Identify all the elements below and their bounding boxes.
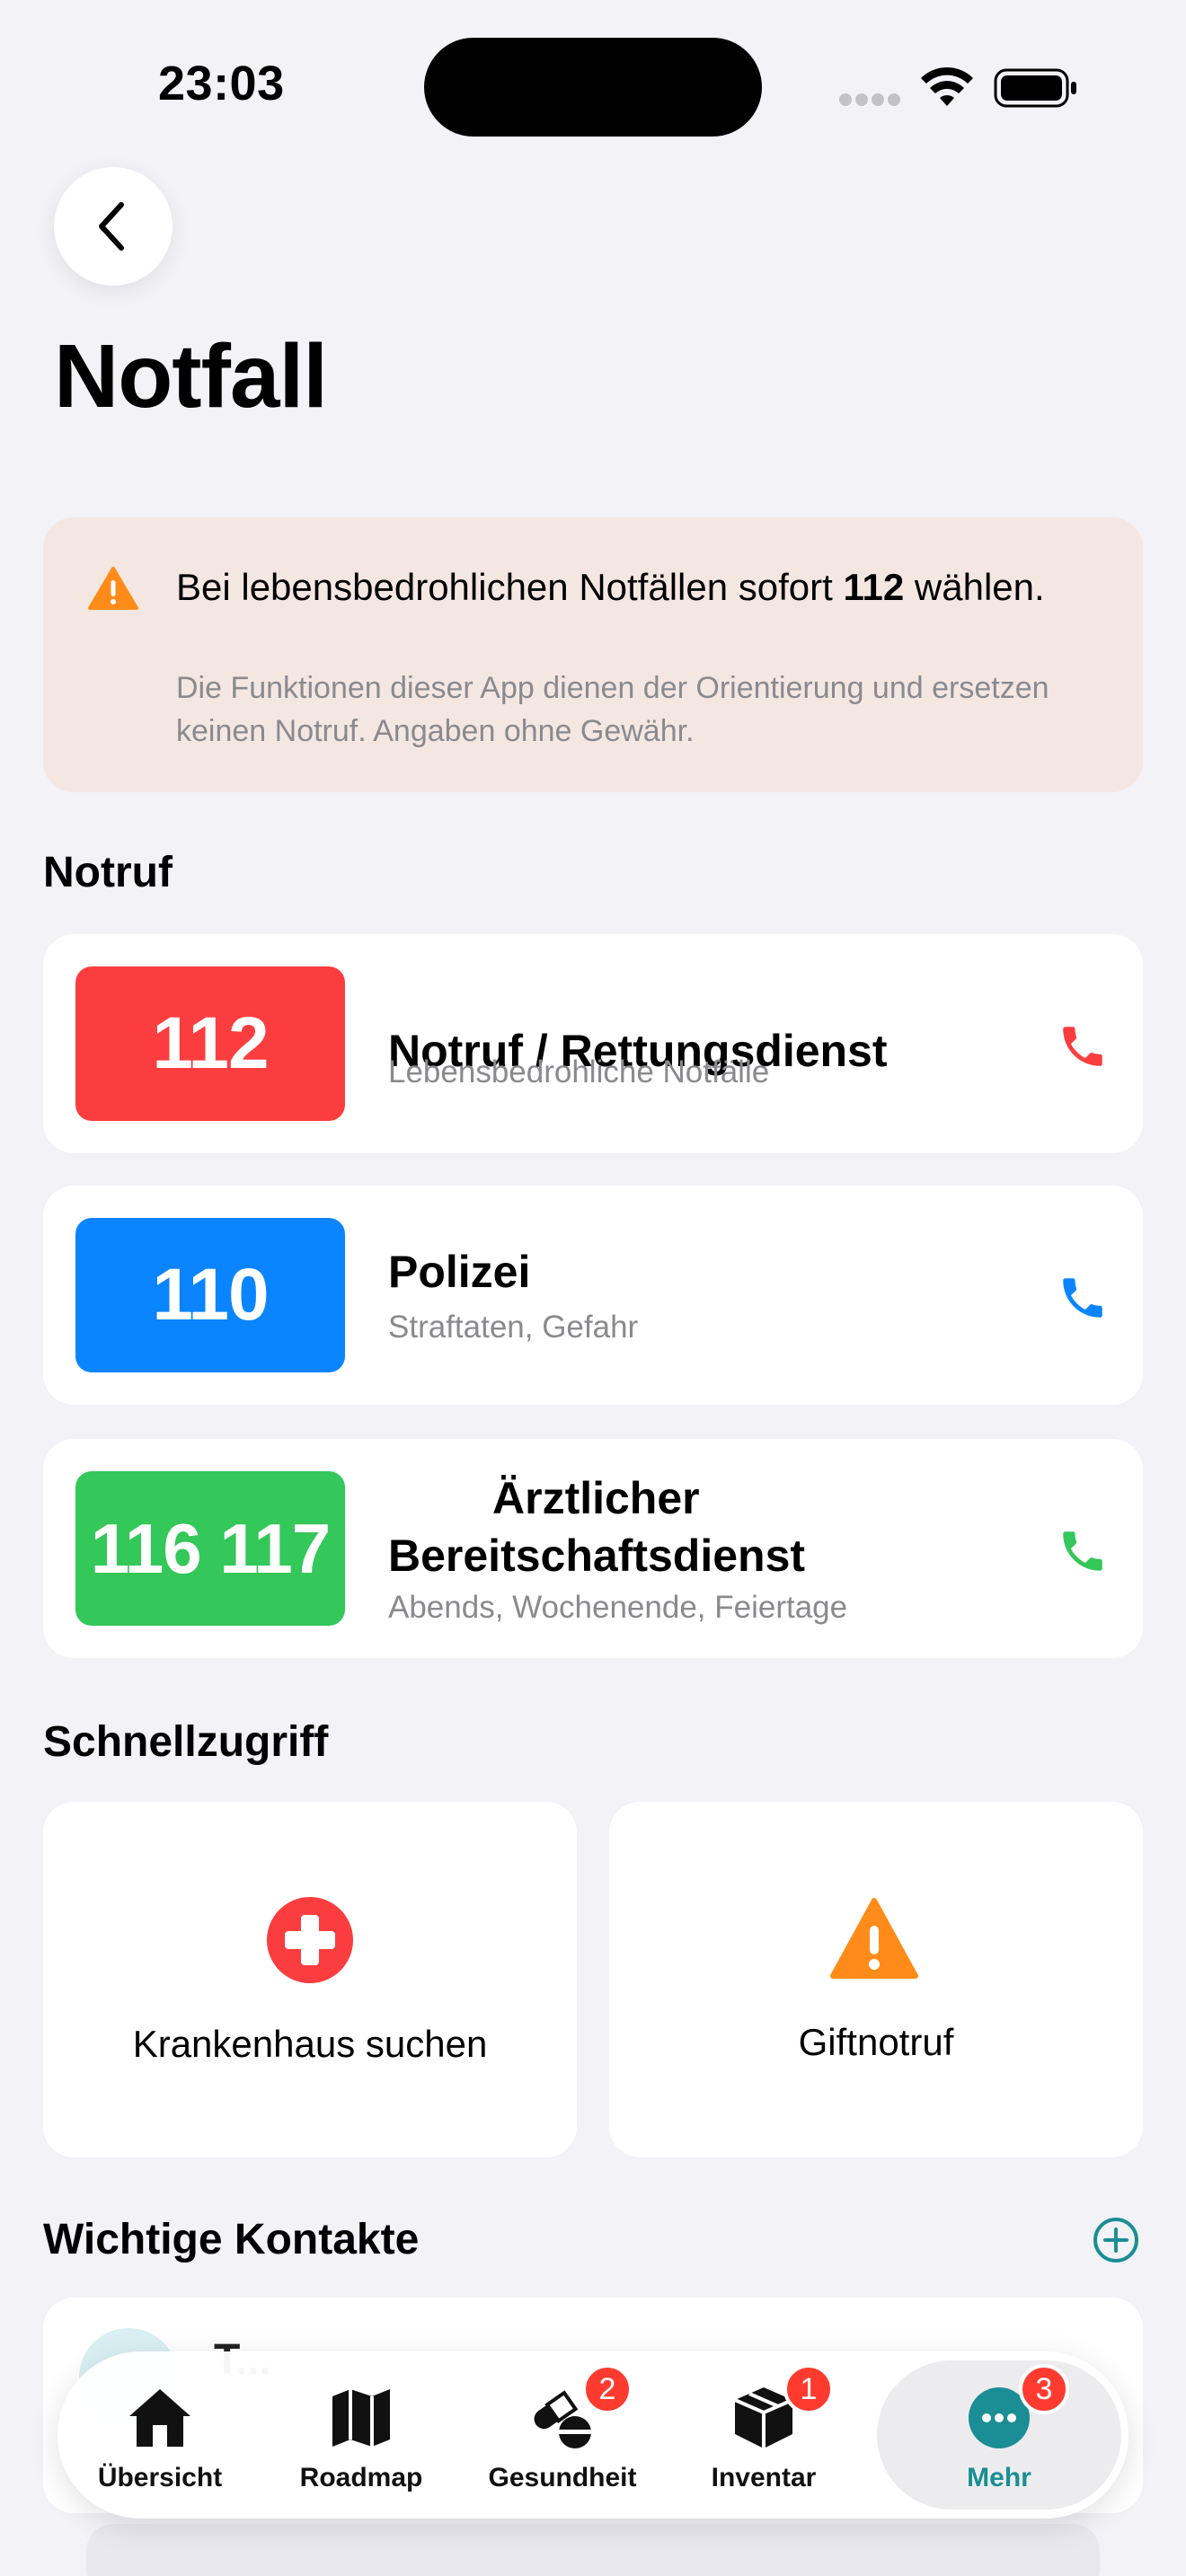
- tab-inventar[interactable]: 1 Inventar: [663, 2351, 864, 2519]
- tab-roadmap[interactable]: Roadmap: [261, 2351, 462, 2519]
- warning-triangle-icon: [88, 567, 138, 610]
- house-icon: [129, 2389, 190, 2447]
- tab-badge: 2: [582, 2364, 633, 2414]
- tab-bar: Übersicht Roadmap 2 Gesundheit 1 Inventa…: [58, 2351, 1128, 2519]
- tab-badge: 3: [1019, 2364, 1069, 2414]
- add-contact-icon[interactable]: [1093, 2217, 1139, 2263]
- number-badge: 116 117: [75, 1471, 345, 1626]
- section-title-notruf: Notruf: [43, 849, 173, 896]
- emergency-warning-banner: Bei lebensbedrohlichen Notfällen sofort …: [43, 517, 1143, 792]
- hospital-cross-icon: [267, 1897, 353, 1983]
- call-title: Polizei: [388, 1247, 531, 1297]
- warning-title: Bei lebensbedrohlichen Notfällen sofort …: [176, 560, 1111, 614]
- tab-badge: 1: [783, 2364, 834, 2414]
- warning-title-suffix: wählen.: [904, 566, 1045, 608]
- tab-label: Mehr: [967, 2463, 1031, 2492]
- quick-access-label: Giftnotruf: [798, 2021, 954, 2063]
- chevron-left-icon: [99, 202, 124, 251]
- contact-card-partial: [86, 2524, 1100, 2576]
- tab-uebersicht[interactable]: Übersicht: [59, 2351, 261, 2519]
- quick-access-hospital[interactable]: Krankenhaus suchen: [43, 1802, 577, 2157]
- call-card-110[interactable]: 110 Polizei Straftaten, Gefahr: [43, 1186, 1143, 1405]
- map-icon: [332, 2389, 390, 2447]
- warning-triangle-icon: [830, 1898, 918, 1979]
- phone-icon[interactable]: [1057, 1525, 1109, 1577]
- phone-icon[interactable]: [1057, 1020, 1109, 1072]
- warning-title-prefix: Bei lebensbedrohlichen Notfällen sofort: [176, 566, 844, 608]
- tab-label: Roadmap: [299, 2463, 423, 2492]
- page-title: Notfall: [54, 326, 328, 427]
- back-button[interactable]: [54, 167, 173, 286]
- tab-label: Übersicht: [97, 2463, 223, 2492]
- dynamic-island: [424, 38, 762, 137]
- call-subtitle: Straftaten, Gefahr: [388, 1310, 639, 1345]
- call-title: Ärztlicher Bereitschaftsdienst: [388, 1469, 891, 1584]
- cellular-signal-icon: [839, 93, 902, 106]
- phone-icon[interactable]: [1057, 1272, 1109, 1324]
- tab-label: Inventar: [711, 2463, 817, 2492]
- call-subtitle: Lebensbedrohliche Notfälle: [388, 1054, 770, 1090]
- status-bar: 23:03: [0, 0, 1186, 153]
- tab-gesundheit[interactable]: 2 Gesundheit: [462, 2351, 663, 2519]
- warning-disclaimer: Die Funktionen dieser App dienen der Ori…: [176, 671, 1049, 748]
- call-card-112[interactable]: 112 Notruf / Rettungsdienst Lebensbedroh…: [43, 934, 1143, 1153]
- call-card-116117[interactable]: 116 117 Ärztlicher Bereitschaftsdienst A…: [43, 1439, 1143, 1658]
- section-title-kontakte: Wichtige Kontakte: [43, 2216, 420, 2263]
- section-title-schnellzugriff: Schnellzugriff: [43, 1718, 329, 1766]
- wifi-icon: [921, 66, 973, 106]
- quick-access-poison[interactable]: Giftnotruf: [609, 1802, 1143, 2157]
- battery-icon: [994, 68, 1076, 108]
- quick-access-label: Krankenhaus suchen: [132, 2023, 488, 2065]
- status-time: 23:03: [158, 57, 285, 110]
- warning-emergency-number: 112: [843, 566, 905, 608]
- call-subtitle: Abends, Wochenende, Feiertage: [388, 1590, 848, 1625]
- tab-label: Gesundheit: [488, 2463, 637, 2492]
- call-title-text: Ärztlicher Bereitschaftsdienst: [388, 1473, 806, 1581]
- number-badge: 110: [75, 1218, 345, 1372]
- number-badge: 112: [75, 966, 345, 1121]
- tab-mehr[interactable]: 3 Mehr: [898, 2351, 1100, 2519]
